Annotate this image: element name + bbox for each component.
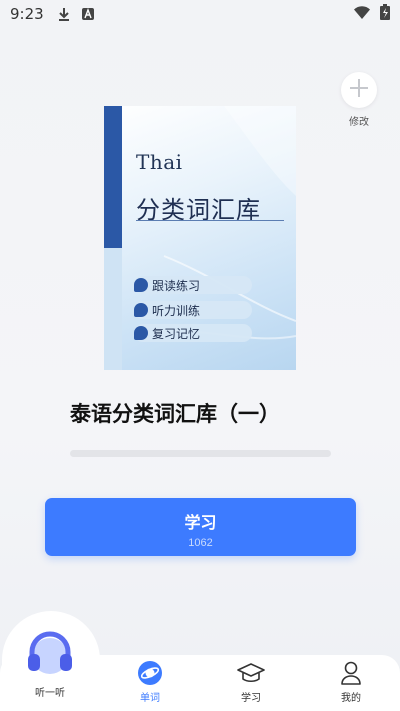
tab-words[interactable]: 单词 bbox=[115, 660, 185, 704]
tab-study-label: 学习 bbox=[241, 693, 261, 704]
cover-feature-item: 听力训练 bbox=[134, 301, 252, 319]
study-button[interactable]: 学习 1062 bbox=[45, 498, 356, 556]
graduation-cap-icon bbox=[216, 660, 286, 686]
download-icon bbox=[58, 7, 70, 21]
tab-words-label: 单词 bbox=[140, 693, 160, 704]
cover-rule bbox=[136, 220, 284, 221]
speech-bubble-icon bbox=[134, 326, 148, 340]
wifi-icon bbox=[354, 5, 370, 23]
plus-icon bbox=[348, 77, 370, 103]
edit-button[interactable] bbox=[341, 72, 377, 108]
study-word-count: 1062 bbox=[188, 537, 213, 549]
tab-me[interactable]: 我的 bbox=[316, 660, 386, 704]
cover-feature-item: 跟读练习 bbox=[134, 276, 252, 294]
speech-bubble-icon bbox=[134, 278, 148, 292]
planet-icon bbox=[115, 660, 185, 686]
tab-listen[interactable]: 听一听 bbox=[15, 684, 85, 699]
speech-bubble-icon bbox=[134, 303, 148, 317]
person-icon bbox=[316, 660, 386, 686]
book-cover[interactable]: Thai 分类词汇库 跟读练习 听力训练 复习记忆 bbox=[104, 106, 296, 370]
book-title: 泰语分类词汇库（一） bbox=[70, 402, 280, 426]
progress-bar bbox=[70, 450, 331, 457]
a-badge-icon bbox=[81, 8, 94, 20]
cover-feature-label: 复习记忆 bbox=[152, 326, 201, 341]
cover-feature-label: 跟读练习 bbox=[152, 278, 201, 293]
cover-feature-item: 复习记忆 bbox=[134, 324, 252, 342]
cover-english-title: Thai bbox=[136, 150, 183, 174]
edit-label[interactable]: 修改 bbox=[341, 113, 377, 128]
status-bar: 9:23 bbox=[0, 0, 400, 28]
tab-me-label: 我的 bbox=[341, 693, 361, 704]
cover-feature-label: 听力训练 bbox=[152, 303, 201, 318]
battery-charging-icon bbox=[380, 4, 390, 24]
status-time: 9:23 bbox=[10, 5, 44, 23]
headphones-icon[interactable] bbox=[24, 628, 76, 680]
tab-study[interactable]: 学习 bbox=[216, 660, 286, 704]
tab-listen-label: 听一听 bbox=[35, 688, 65, 699]
study-button-label: 学习 bbox=[184, 513, 217, 532]
